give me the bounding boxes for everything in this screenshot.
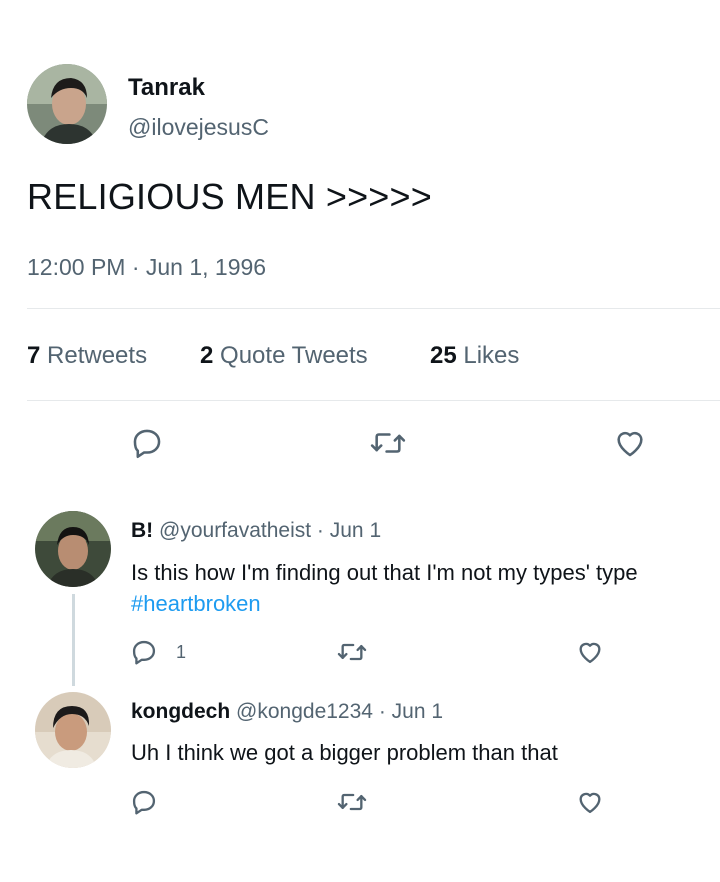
heart-icon	[617, 431, 643, 457]
divider	[27, 308, 720, 309]
reply-icon	[132, 640, 156, 665]
thread-line	[72, 594, 75, 686]
reply-date[interactable]: · Jun 1	[317, 519, 381, 542]
like-button[interactable]	[574, 636, 606, 668]
reply-button[interactable]: 1	[130, 636, 194, 668]
quote-tweets-stat[interactable]: 2 Quote Tweets	[200, 342, 368, 370]
tweet-timestamp[interactable]: 12:00 PM · Jun 1, 1996	[27, 254, 266, 281]
retweet-button[interactable]	[334, 636, 370, 668]
retweet-icon	[337, 643, 367, 661]
author-handle[interactable]: @ilovejesusC	[128, 114, 269, 141]
likes-label: Likes	[463, 342, 520, 369]
reply-author-handle[interactable]: @kongde1234	[236, 700, 373, 723]
heart-icon	[579, 642, 601, 664]
heart-icon	[579, 792, 601, 814]
retweet-button[interactable]	[366, 423, 410, 463]
retweet-button[interactable]	[334, 786, 370, 818]
retweet-icon	[370, 433, 406, 453]
author-name[interactable]: Tanrak	[128, 74, 205, 102]
quote-tweets-count: 2	[200, 342, 214, 369]
likes-stat[interactable]: 25 Likes	[430, 342, 519, 370]
reply-button[interactable]	[126, 423, 168, 463]
likes-count: 25	[430, 342, 457, 369]
reply-count: 1	[176, 641, 187, 662]
reply-button[interactable]	[130, 786, 162, 818]
reply-date[interactable]: · Jun 1	[379, 700, 443, 723]
reply-text: Is this how I'm finding out that I'm not…	[131, 560, 638, 585]
reply-header: B! @yourfavatheist · Jun 1	[131, 519, 381, 543]
reply-header: kongdech @kongde1234 · Jun 1	[131, 700, 443, 724]
reply-author-name[interactable]: B!	[131, 519, 153, 542]
reply-author-handle[interactable]: @yourfavatheist	[159, 519, 311, 542]
reply-avatar[interactable]	[35, 511, 111, 587]
reply-text: Uh I think we got a bigger problem than …	[131, 740, 558, 765]
reply-author-name[interactable]: kongdech	[131, 700, 230, 723]
reply-icon	[133, 429, 161, 459]
reply-icon	[132, 790, 156, 815]
tweet-text: RELIGIOUS MEN >>>>>	[27, 176, 432, 217]
retweets-stat[interactable]: 7 Retweets	[27, 342, 147, 370]
retweets-count: 7	[27, 342, 41, 369]
like-button[interactable]	[609, 423, 651, 463]
author-avatar[interactable]	[27, 64, 107, 144]
divider	[27, 400, 720, 401]
like-button[interactable]	[574, 786, 606, 818]
retweets-label: Retweets	[47, 342, 148, 369]
hashtag-link[interactable]: #heartbroken	[131, 591, 261, 617]
reply-avatar[interactable]	[35, 692, 111, 768]
quote-tweets-label: Quote Tweets	[220, 342, 368, 369]
retweet-icon	[337, 793, 367, 811]
